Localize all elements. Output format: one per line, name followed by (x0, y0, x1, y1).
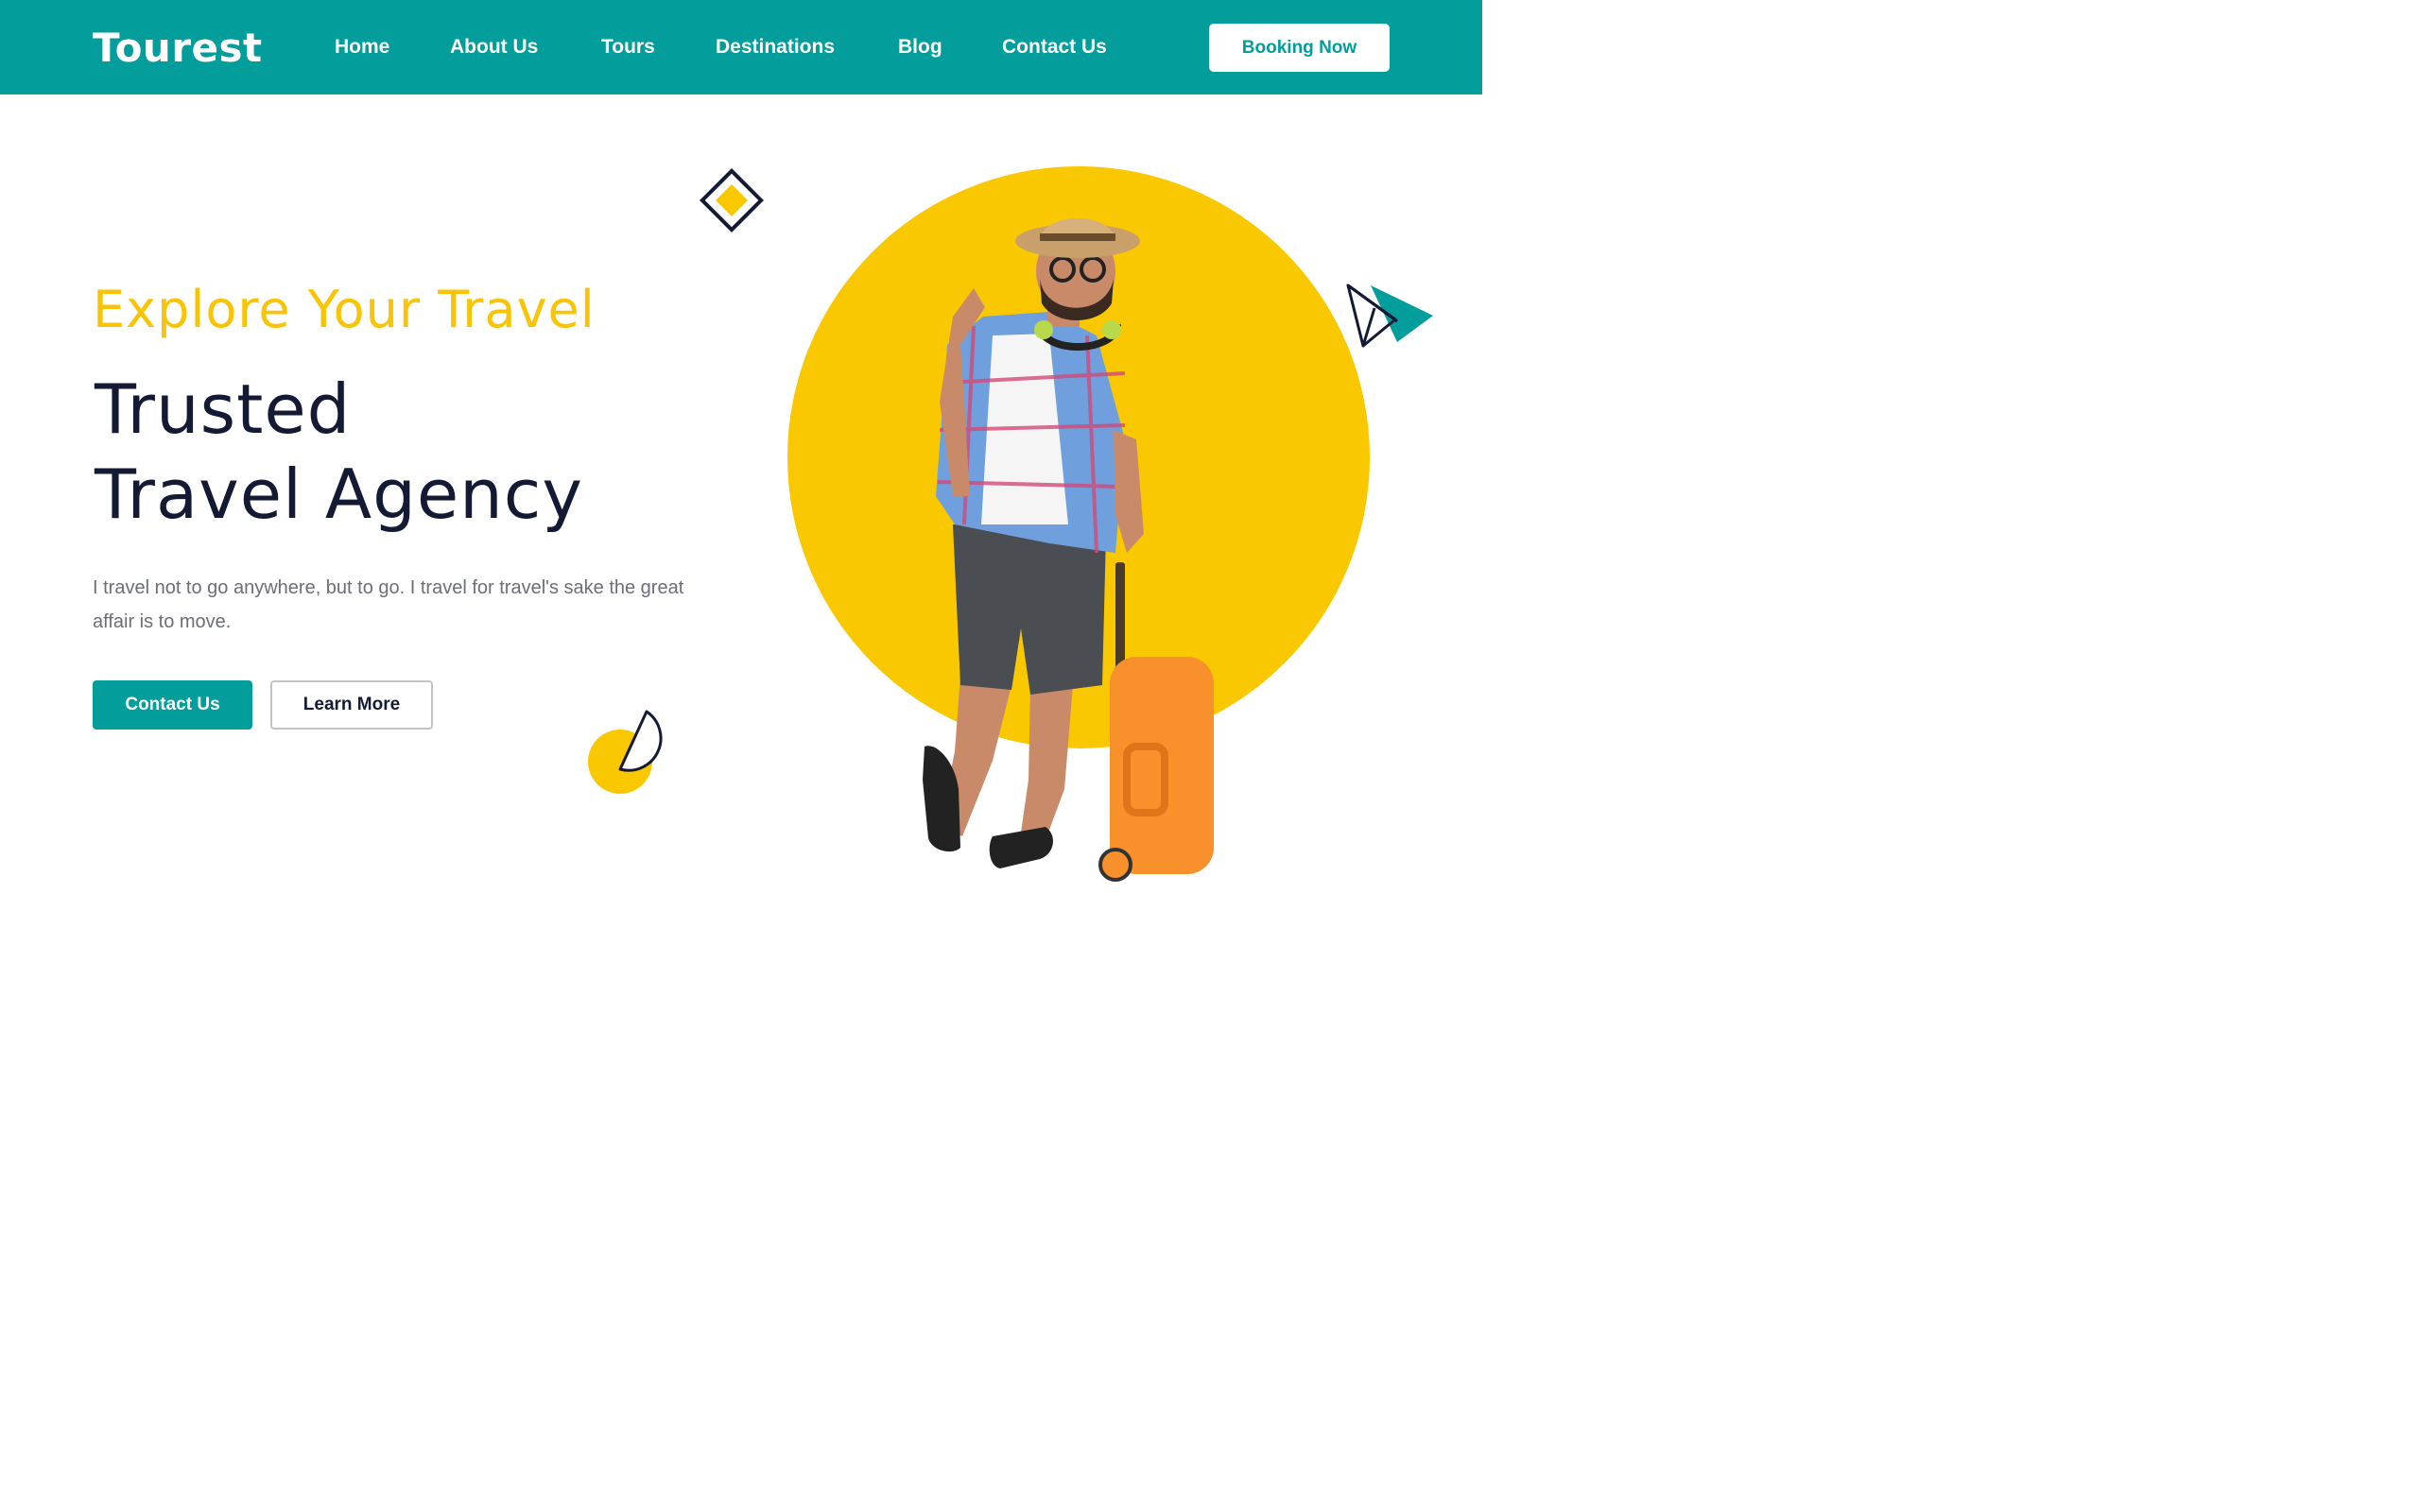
nav-blog[interactable]: Blog (898, 36, 942, 59)
hero-title: Trusted Travel Agency (95, 367, 583, 537)
nav-about-us[interactable]: About Us (450, 36, 538, 59)
contact-us-button[interactable]: Contact Us (93, 680, 252, 730)
half-circle-icon (588, 710, 663, 794)
hero-title-line2: Travel Agency (95, 455, 583, 534)
hero-title-line1: Trusted (95, 369, 352, 449)
nav-tours[interactable]: Tours (601, 36, 655, 59)
learn-more-button[interactable]: Learn More (270, 680, 433, 730)
booking-now-button[interactable]: Booking Now (1209, 24, 1390, 72)
diamond-icon (700, 168, 764, 232)
nav-home[interactable]: Home (335, 36, 389, 59)
traveler-image (923, 218, 1214, 882)
hero-subtitle: Explore Your Travel (93, 280, 596, 339)
logo[interactable]: Tourest (93, 25, 263, 71)
nav-contact-us[interactable]: Contact Us (1002, 36, 1107, 59)
nav-destinations[interactable]: Destinations (716, 36, 835, 59)
hero-description: I travel not to go anywhere, but to go. … (93, 577, 684, 632)
paper-plane-icon (1346, 284, 1433, 348)
site-header: Tourest Home About Us Tours Destinations… (0, 0, 1482, 94)
